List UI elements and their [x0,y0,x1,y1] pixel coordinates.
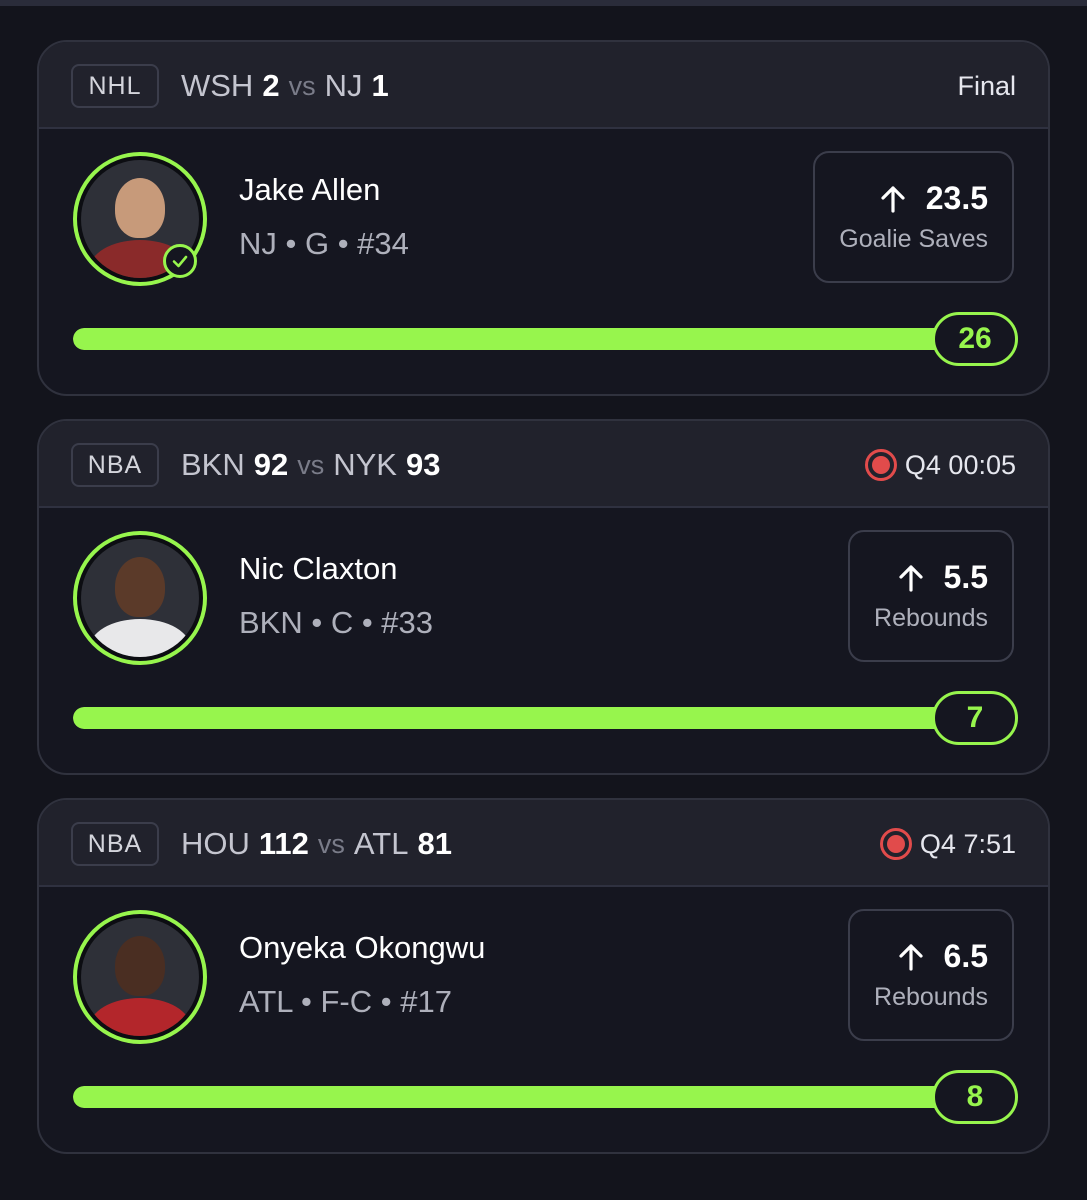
team2-score: 93 [405,447,441,482]
team1-abbr: HOU [181,826,250,861]
live-icon [879,828,912,860]
pick-card[interactable]: NBA HOU 112 vs ATL 81 Q4 7:51 Onyeka Oko… [37,798,1050,1154]
progress-bar [73,707,981,729]
prop-line: 5.5 [896,559,988,596]
progress-fill [73,707,981,729]
prop-line-value: 23.5 [925,180,988,216]
prop-line: 23.5 [878,180,988,217]
game-status: Final [957,64,1016,108]
matchup: BKN 92 vs NYK 93 [181,443,440,487]
game-status-text: Q4 7:51 [919,828,1016,859]
prop-stat-label: Rebounds [874,983,988,1011]
arrow-up-icon [898,564,923,592]
player-head [115,178,165,238]
team1-abbr: BKN [181,447,245,482]
arrow-up-icon [881,185,905,213]
team2-score: 1 [371,68,389,103]
game-header: NBA BKN 92 vs NYK 93 Q4 00:05 [39,421,1048,508]
prop-line-box[interactable]: 5.5 Rebounds [848,530,1014,662]
pick-card[interactable]: NHL WSH 2 vs NJ 1 Final Jake Allen NJ • … [37,40,1050,396]
vs-label: vs [317,828,345,859]
prop-stat-label: Rebounds [874,604,988,632]
current-value-pill: 26 [932,312,1018,366]
prop-line: 6.5 [896,938,988,975]
vs-label: vs [288,70,316,101]
pick-card[interactable]: NBA BKN 92 vs NYK 93 Q4 00:05 Nic Claxto… [37,419,1050,775]
player-avatar [73,531,207,665]
team2-score: 81 [417,826,452,861]
player-jersey [89,619,191,657]
league-badge: NBA [71,822,159,866]
game-header: NBA HOU 112 vs ATL 81 Q4 7:51 [39,800,1048,887]
vs-label: vs [297,449,325,480]
player-head [115,557,165,617]
player-head [115,936,165,996]
game-status: Q4 7:51 [879,822,1016,866]
team2-abbr: NJ [324,68,363,103]
matchup: WSH 2 vs NJ 1 [181,64,389,108]
prop-line-box[interactable]: 6.5 Rebounds [848,909,1014,1041]
arrow-up-icon [898,943,923,971]
progress-fill [73,328,981,350]
player-jersey [89,998,191,1036]
team1-score: 92 [253,447,289,482]
prop-stat-label: Goalie Saves [839,225,988,253]
live-icon [864,449,897,481]
player-name: Nic Claxton [239,551,398,586]
player-name: Onyeka Okongwu [239,930,486,965]
team1-abbr: WSH [181,68,254,103]
game-status: Q4 00:05 [864,443,1016,487]
current-value-pill: 7 [932,691,1018,745]
team2-abbr: ATL [353,826,409,861]
league-badge: NHL [71,64,159,108]
player-meta: ATL • F-C • #17 [239,984,452,1019]
matchup: HOU 112 vs ATL 81 [181,822,452,866]
prop-line-box[interactable]: 23.5 Goalie Saves [813,151,1014,283]
game-header: NHL WSH 2 vs NJ 1 Final [39,42,1048,129]
league-badge: NBA [71,443,159,487]
current-value-pill: 8 [932,1070,1018,1124]
player-avatar [73,910,207,1044]
progress-fill [73,1086,981,1108]
player-meta: NJ • G • #34 [239,226,409,261]
prop-line-value: 6.5 [943,938,988,974]
team1-score: 2 [262,68,280,103]
top-bar [0,0,1087,6]
progress-bar [73,1086,981,1108]
game-status-text: Final [957,70,1016,101]
check-icon [163,244,197,278]
game-status-text: Q4 00:05 [904,449,1016,480]
player-meta: BKN • C • #33 [239,605,434,640]
prop-line-value: 5.5 [943,559,988,595]
team2-abbr: NYK [333,447,397,482]
progress-bar [73,328,981,350]
team1-score: 112 [258,826,309,861]
player-name: Jake Allen [239,172,381,207]
